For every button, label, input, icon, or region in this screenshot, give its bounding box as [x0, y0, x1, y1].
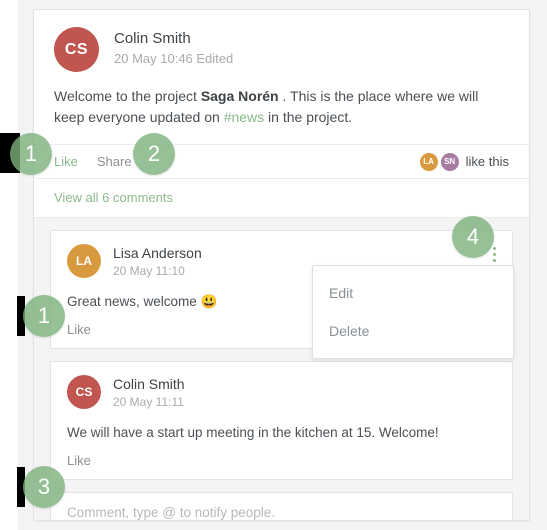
kebab-dot [492, 246, 496, 250]
annotation-badge-1: 1 [23, 295, 65, 337]
post-body-text-3: in the project. [264, 109, 353, 125]
context-menu: Edit Delete [312, 265, 514, 359]
comment-author-name: Lisa Anderson [113, 245, 202, 261]
post-project-name: Saga Norén [200, 88, 279, 104]
comment-text: We will have a start up meeting in the k… [67, 425, 439, 440]
post-actions-row: Like Share LA SN like this [34, 144, 529, 179]
annotation-badge-3: 3 [23, 466, 65, 508]
menu-item-edit[interactable]: Edit [313, 274, 513, 312]
kebab-dot [492, 258, 496, 262]
avatar: LA [67, 244, 101, 278]
screenshot-canvas: CS Colin Smith 20 May 10:46 Edited Welco… [0, 0, 547, 530]
avatar: CS [67, 375, 101, 409]
comment-card: CS Colin Smith 20 May 11:11 We will have… [50, 361, 513, 480]
post-author-name: Colin Smith [114, 30, 191, 47]
comment-author-block: Lisa Anderson 20 May 11:10 [113, 244, 202, 280]
annotation-badge-2: 2 [133, 133, 175, 175]
likers-group: LA SN like this [419, 152, 509, 171]
annotation-badge-4: 4 [452, 216, 494, 258]
comment-author-name: Colin Smith [113, 376, 185, 392]
annotation-badge-1: 1 [10, 133, 52, 175]
comment-timestamp: 20 May 11:10 [113, 264, 185, 278]
post-header: CS Colin Smith 20 May 10:46 Edited [34, 10, 529, 72]
post-body: Welcome to the project Saga Norén . This… [34, 72, 529, 144]
avatar: CS [54, 27, 99, 72]
liker-avatar[interactable]: LA [419, 152, 438, 171]
view-all-comments-link[interactable]: View all 6 comments [34, 179, 529, 218]
comment-input[interactable] [67, 504, 496, 520]
comment-like-button[interactable]: Like [67, 453, 496, 468]
kebab-dot [492, 252, 496, 256]
post-hashtag[interactable]: #news [224, 109, 264, 125]
share-button[interactable]: Share [97, 154, 132, 169]
like-this-label: like this [465, 154, 509, 169]
comment-timestamp: 20 May 11:11 [113, 395, 184, 409]
like-button[interactable]: Like [54, 154, 78, 169]
post-body-text-1: Welcome to the project [54, 88, 201, 104]
post-timestamp: 20 May 10:46 Edited [114, 51, 234, 66]
comment-input-wrapper[interactable] [50, 492, 513, 520]
comment-header: CS Colin Smith 20 May 11:11 [67, 375, 496, 411]
menu-item-delete[interactable]: Delete [313, 312, 513, 350]
comments-area: LA Lisa Anderson 20 May 11:10 Great news… [34, 218, 529, 520]
comment-author-block: Colin Smith 20 May 11:11 [113, 375, 185, 411]
liker-avatar[interactable]: SN [440, 152, 459, 171]
post-author-block: Colin Smith 20 May 10:46 Edited [114, 27, 233, 68]
